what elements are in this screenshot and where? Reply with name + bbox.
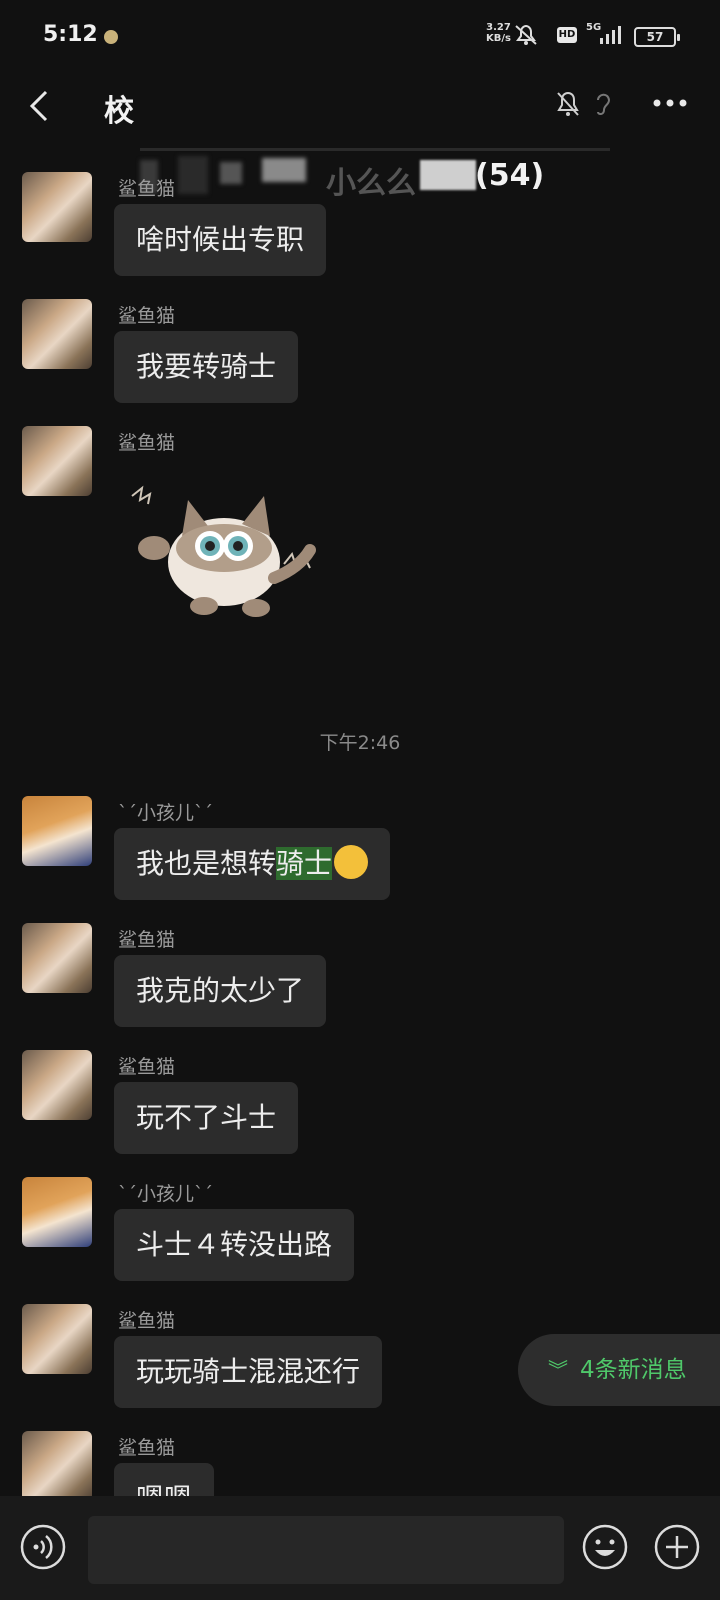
new-messages-label: 4条新消息 [580,1357,687,1383]
avatar[interactable] [22,1177,92,1247]
mute-notification-icon [557,91,579,116]
avatar[interactable] [22,299,92,369]
laugh-cry-emoji-icon [334,845,369,879]
sender-name: 鲨鱼猫 [118,1056,176,1078]
emoji-icon[interactable] [582,1524,628,1570]
battery-icon: 57 [634,27,680,47]
signal-bars-icon [600,26,621,44]
voice-input-icon[interactable] [20,1524,66,1570]
avatar[interactable] [22,796,92,866]
redacted-block [220,162,242,184]
avatar[interactable] [22,1304,92,1374]
divider [140,148,610,151]
input-bar [0,1496,720,1600]
mute-bell-icon [515,24,537,45]
status-bar: 5:12 3.27 KB/s HD 5G 57 [0,0,720,72]
network-speed: 3.27 KB/s [486,22,511,44]
message-bubble[interactable]: 玩不了斗士 [114,1082,299,1154]
group-title[interactable]: 校 [104,86,135,130]
avatar[interactable] [22,1050,92,1120]
avatar[interactable] [22,426,92,496]
avatar[interactable] [22,1431,92,1496]
redacted-block [178,156,208,194]
message-text: 我也是想转 [136,847,277,880]
sender-name: 鲨鱼猫 [118,1310,176,1332]
back-arrow-icon[interactable] [26,86,56,126]
title-mid: 小么么 [326,166,416,201]
message-bubble[interactable]: 我也是想转骑士 [114,828,391,900]
sender-name: 鲨鱼猫 [118,432,176,454]
message-row: 鲨鱼猫 嗯嗯 [0,1431,720,1496]
avatar[interactable] [22,172,92,242]
status-time: 5:12 [43,22,98,47]
more-options-icon[interactable] [652,98,688,108]
sender-name: 鲨鱼猫 [118,1437,176,1459]
new-messages-button[interactable]: ︾ 4条新消息 [518,1334,720,1406]
sender-name: ˋˊ小孩儿ˋˊ [118,802,214,824]
sender-name: 鲨鱼猫 [118,929,176,951]
highlighted-keyword[interactable]: 骑士 [276,847,333,880]
message-bubble[interactable]: 我克的太少了 [114,955,327,1027]
timestamp: 下午2:46 [319,732,401,754]
title-start: 校 [104,94,135,129]
5g-icon: 5G [586,22,602,33]
cat-sticker[interactable] [124,474,324,634]
hd-icon: HD [557,27,577,43]
chat-header: 校 小么么 (54) [0,72,720,201]
message-bubble[interactable]: 嗯嗯 [114,1463,215,1496]
member-count: (54) [475,158,545,193]
message-bubble[interactable]: 啥时候出专职 [114,204,327,276]
avatar[interactable] [22,923,92,993]
redacted-block [420,160,476,190]
message-bubble[interactable]: 玩玩骑士混混还行 [114,1336,383,1408]
earpiece-mode-icon [597,93,611,116]
message-bubble[interactable]: 斗士４转没出路 [114,1209,355,1281]
redacted-block [262,158,306,182]
notification-icon [104,30,118,44]
double-chevron-down-icon: ︾ [548,1358,568,1382]
plus-icon[interactable] [654,1524,700,1570]
message-input[interactable] [88,1516,564,1584]
network-speed-unit: KB/s [486,33,511,44]
message-bubble[interactable]: 我要转骑士 [114,331,299,403]
sender-name: 鲨鱼猫 [118,178,176,200]
sender-name: ˋˊ小孩儿ˋˊ [118,1183,214,1205]
sender-name: 鲨鱼猫 [118,305,176,327]
network-speed-value: 3.27 [486,22,511,33]
